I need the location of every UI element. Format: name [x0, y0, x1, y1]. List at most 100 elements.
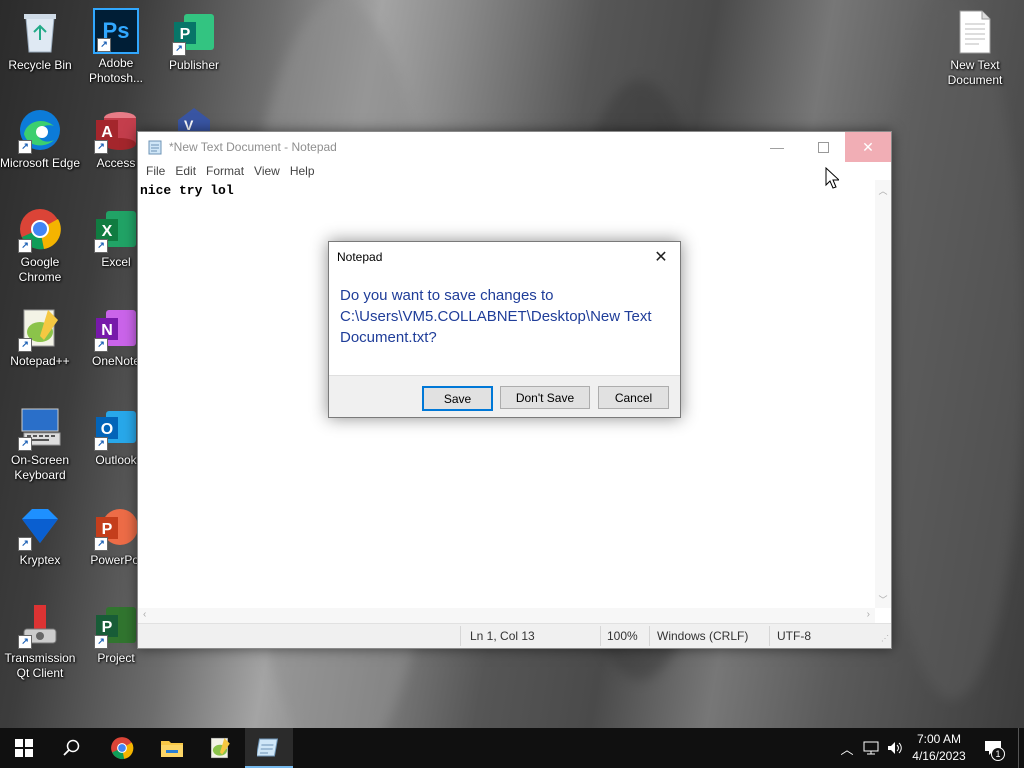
- recycle-bin-icon: [16, 8, 64, 56]
- menu-view[interactable]: View: [249, 164, 285, 178]
- scroll-left-icon[interactable]: ‹: [143, 609, 146, 620]
- desktop-icon-notepad-plus-plus[interactable]: ↗ Notepad++: [0, 304, 80, 396]
- desktop-icon-label: On-Screen Keyboard: [10, 453, 70, 482]
- svg-text:P: P: [180, 26, 191, 43]
- menu-format[interactable]: Format: [201, 164, 249, 178]
- dialog-message: Do you want to save changes to C:\Users\…: [340, 287, 652, 346]
- show-desktop-button[interactable]: [1018, 728, 1024, 768]
- photoshop-icon: Ps ↗: [93, 8, 139, 54]
- desktop-icon-transmission[interactable]: ↗ Transmission Qt Client: [0, 601, 80, 693]
- status-divider: [769, 626, 770, 646]
- shortcut-arrow-icon: ↗: [18, 239, 32, 253]
- shortcut-arrow-icon: ↗: [97, 38, 111, 52]
- minimize-button[interactable]: —: [754, 132, 800, 162]
- shortcut-arrow-icon: ↗: [18, 140, 32, 154]
- text-file-icon: [951, 8, 999, 56]
- notepad-plus-plus-icon: [210, 737, 230, 759]
- notepad-titlebar[interactable]: *New Text Document - Notepad — ✕: [138, 132, 891, 162]
- status-divider: [460, 626, 461, 646]
- taskbar-file-explorer[interactable]: [148, 728, 196, 768]
- line-ending: Windows (CRLF): [657, 629, 749, 643]
- taskbar: ︿ 7:00 AM 4/16/2023 1: [0, 728, 1024, 768]
- dialog-title: Notepad: [337, 250, 383, 264]
- clock[interactable]: 7:00 AM 4/16/2023: [908, 728, 970, 768]
- shortcut-arrow-icon: ↗: [94, 338, 108, 352]
- action-center-button[interactable]: 1: [978, 728, 1008, 768]
- mouse-cursor-icon: [825, 167, 839, 189]
- desktop-icon-google-chrome[interactable]: ↗ Google Chrome: [0, 205, 80, 297]
- volume-button[interactable]: [884, 728, 906, 768]
- dont-save-button[interactable]: Don't Save: [500, 386, 590, 409]
- access-icon: A ↗: [92, 106, 140, 154]
- desktop-icon-kryptex[interactable]: ↗ Kryptex: [0, 503, 80, 595]
- window-title: *New Text Document - Notepad: [169, 140, 337, 154]
- shortcut-arrow-icon: ↗: [94, 239, 108, 253]
- windows-logo-icon: [15, 739, 33, 757]
- shortcut-arrow-icon: ↗: [94, 635, 108, 649]
- close-button[interactable]: ✕: [845, 132, 891, 162]
- desktop-icon-label: New Text Document: [947, 58, 1003, 87]
- show-hidden-icons-button[interactable]: ︿: [838, 728, 856, 768]
- svg-text:V: V: [184, 117, 194, 132]
- desktop-icon-microsoft-edge[interactable]: ↗ Microsoft Edge: [0, 106, 80, 198]
- volume-icon: [888, 742, 902, 754]
- resize-grip-icon[interactable]: ⋰: [881, 634, 889, 643]
- dialog-close-button[interactable]: ✕: [648, 246, 674, 268]
- shortcut-arrow-icon: ↗: [18, 338, 32, 352]
- clock-date: 4/16/2023: [912, 749, 966, 763]
- encoding: UTF-8: [777, 629, 811, 643]
- project-icon: P ↗: [92, 601, 140, 649]
- taskbar-chrome[interactable]: [98, 728, 146, 768]
- taskbar-notepad-plus-plus[interactable]: [196, 728, 244, 768]
- shortcut-arrow-icon: ↗: [172, 42, 186, 56]
- menu-file[interactable]: File: [141, 164, 170, 178]
- notepad-plus-plus-icon: ↗: [16, 304, 64, 352]
- desktop-icon-label: Project: [97, 651, 135, 665]
- powerpoint-icon: P ↗: [92, 503, 140, 551]
- scroll-down-icon[interactable]: ﹀: [875, 593, 891, 606]
- taskbar-notepad[interactable]: [245, 728, 293, 768]
- desktop-icon-new-text-document[interactable]: New Text Document: [935, 8, 1015, 100]
- shortcut-arrow-icon: ↗: [94, 437, 108, 451]
- desktop-icon-recycle-bin[interactable]: Recycle Bin: [0, 8, 80, 100]
- search-button[interactable]: [48, 728, 96, 768]
- maximize-button[interactable]: [800, 132, 846, 162]
- menu-edit[interactable]: Edit: [170, 164, 201, 178]
- desktop-icon-on-screen-keyboard[interactable]: ↗ On-Screen Keyboard: [0, 403, 80, 495]
- publisher-icon: P ↗: [170, 8, 218, 56]
- notepad-app-icon: [148, 140, 162, 155]
- kryptex-icon: ↗: [16, 503, 64, 551]
- save-button[interactable]: Save: [422, 386, 493, 411]
- network-button[interactable]: [860, 728, 882, 768]
- dialog-button-bar: Save Don't Save Cancel: [329, 375, 680, 417]
- desktop-icon-adobe-photoshop[interactable]: Ps ↗ Adobe Photosh...: [76, 8, 156, 100]
- desktop-icon-label: Kryptex: [19, 553, 61, 567]
- vertical-scrollbar[interactable]: ︿ ﹀: [875, 180, 891, 608]
- shortcut-arrow-icon: ↗: [94, 140, 108, 154]
- shortcut-arrow-icon: ↗: [18, 437, 32, 451]
- visio-icon[interactable]: V: [170, 106, 218, 132]
- desktop-icon-publisher[interactable]: P ↗ Publisher: [154, 8, 234, 100]
- cancel-button[interactable]: Cancel: [598, 386, 669, 409]
- status-divider: [649, 626, 650, 646]
- close-icon: ✕: [862, 138, 874, 155]
- svg-text:P: P: [102, 619, 113, 636]
- shortcut-arrow-icon: ↗: [94, 537, 108, 551]
- shortcut-arrow-icon: ↗: [18, 537, 32, 551]
- desktop-icon-label: Google Chrome: [18, 255, 62, 284]
- notification-count-badge: 1: [991, 747, 1005, 761]
- zoom-level: 100%: [607, 629, 638, 643]
- start-button[interactable]: [0, 728, 48, 768]
- horizontal-scrollbar[interactable]: ‹ ›: [138, 608, 875, 624]
- menu-help[interactable]: Help: [285, 164, 320, 178]
- status-divider: [600, 626, 601, 646]
- excel-icon: X ↗: [92, 205, 140, 253]
- chrome-icon: ↗: [16, 205, 64, 253]
- network-icon: [863, 741, 879, 755]
- edge-icon: ↗: [16, 106, 64, 154]
- scroll-right-icon[interactable]: ›: [867, 609, 870, 620]
- svg-text:N: N: [101, 322, 113, 339]
- outlook-icon: O ↗: [92, 403, 140, 451]
- scroll-up-icon[interactable]: ︿: [875, 184, 891, 197]
- minimize-icon: —: [770, 139, 784, 155]
